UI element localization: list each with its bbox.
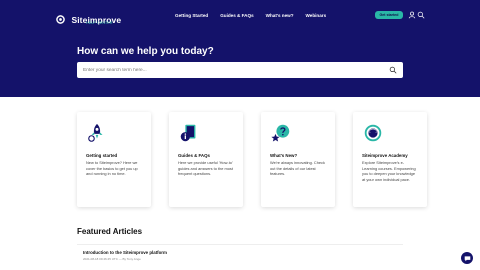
article-meta: 2021-08-18 09:46:45 UTC — By Tony Ange bbox=[83, 257, 141, 261]
card-text: Explore Siteimprove's e-Learning courses… bbox=[362, 160, 416, 182]
chat-icon bbox=[464, 255, 470, 261]
get-started-button[interactable]: Get started bbox=[375, 11, 403, 19]
main-nav: Getting Started Guides & FAQs What's new… bbox=[175, 13, 326, 18]
card-text: Here we provide useful 'How-to' guides a… bbox=[178, 160, 233, 177]
article-item[interactable]: Introduction to the Siteimprove platform… bbox=[77, 244, 403, 266]
site-logo[interactable]: Siteimprove HELP CENTER bbox=[56, 11, 121, 29]
card-title: What's New? bbox=[270, 153, 298, 158]
card-title: Getting started bbox=[86, 153, 118, 158]
card-siteimprove-academy[interactable]: Siteimprove Academy Explore Siteimprove'… bbox=[353, 112, 427, 207]
academy-icon bbox=[364, 124, 382, 142]
nav-getting-started[interactable]: Getting Started bbox=[175, 13, 208, 18]
card-text: New to Siteimprove? Here we cover the ba… bbox=[86, 160, 138, 177]
featured-heading: Featured Articles bbox=[77, 227, 143, 236]
rocket-icon bbox=[88, 123, 103, 142]
hero-title: How can we help you today? bbox=[77, 46, 214, 57]
nav-guides-faqs[interactable]: Guides & FAQs bbox=[220, 13, 253, 18]
card-title: Guides & FAQs bbox=[178, 153, 210, 158]
search-input[interactable] bbox=[83, 67, 389, 73]
card-title: Siteimprove Academy bbox=[362, 153, 408, 158]
logo-subtitle: HELP CENTER bbox=[86, 21, 113, 25]
card-getting-started[interactable]: Getting started New to Siteimprove? Here… bbox=[77, 112, 151, 207]
card-guides-faqs[interactable]: Guides & FAQs Here we provide useful 'Ho… bbox=[169, 112, 243, 207]
article-title: Introduction to the Siteimprove platform bbox=[83, 250, 167, 255]
question-star-icon bbox=[271, 124, 290, 142]
search-icon[interactable] bbox=[417, 11, 425, 19]
category-cards: Getting started New to Siteimprove? Here… bbox=[77, 112, 427, 207]
user-icon[interactable] bbox=[408, 11, 416, 19]
search-bar bbox=[77, 62, 403, 78]
nav-whats-new[interactable]: What's new? bbox=[266, 13, 294, 18]
nav-webinars[interactable]: Webinars bbox=[306, 13, 327, 18]
book-info-icon bbox=[180, 124, 196, 142]
logo-icon bbox=[56, 15, 65, 25]
chat-button[interactable] bbox=[461, 252, 473, 264]
search-submit-icon[interactable] bbox=[389, 66, 397, 74]
card-text: We're always innovating. Check out the d… bbox=[270, 160, 325, 177]
card-whats-new[interactable]: What's New? We're always innovating. Che… bbox=[261, 112, 335, 207]
